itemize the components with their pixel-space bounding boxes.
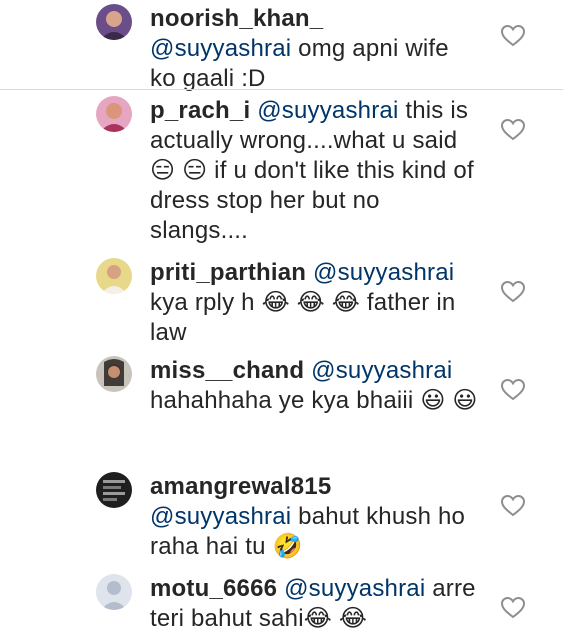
comment-username[interactable]: motu_6666 (150, 575, 277, 602)
avatar[interactable] (96, 356, 132, 392)
comment-mention[interactable]: @suyyashrai (150, 503, 291, 530)
like-heart-icon[interactable] (500, 118, 526, 142)
avatar[interactable] (96, 574, 132, 610)
like-heart-icon[interactable] (500, 596, 526, 620)
comment-mention[interactable]: @suyyashrai (257, 97, 398, 124)
comment-text: miss__chand @suyyashrai hahahhaha ye kya… (150, 356, 480, 416)
comment-text: p_rach_i @suyyashrai this is actually wr… (150, 96, 480, 246)
comment-username[interactable]: amangrewal815 (150, 473, 331, 500)
avatar[interactable] (96, 4, 132, 40)
comment-mention[interactable]: @suyyashrai (311, 357, 452, 384)
like-heart-icon[interactable] (500, 378, 526, 402)
comment-mention[interactable]: @suyyashrai (284, 575, 425, 602)
like-heart-icon[interactable] (500, 280, 526, 304)
comment-text: priti_parthian @suyyashrai kya rply h 😂 … (150, 258, 480, 348)
avatar[interactable] (96, 96, 132, 132)
comment-username[interactable]: p_rach_i (150, 97, 250, 124)
comment-body: hahahhaha ye kya bhaiii 😃 😃 (150, 387, 478, 414)
comment-username[interactable]: priti_parthian (150, 259, 306, 286)
avatar[interactable] (96, 258, 132, 294)
like-heart-icon[interactable] (500, 24, 526, 48)
comment-text: amangrewal815 @suyyashrai bahut khush ho… (150, 472, 480, 562)
comment-mention[interactable]: @suyyashrai (313, 259, 454, 286)
comment-mention[interactable]: @suyyashrai (150, 35, 291, 62)
divider (0, 89, 563, 90)
comment-username[interactable]: noorish_khan_ (150, 5, 323, 32)
like-heart-icon[interactable] (500, 494, 526, 518)
comment-body: kya rply h 😂 😂 😂 father in law (150, 289, 456, 346)
comment-username[interactable]: miss__chand (150, 357, 304, 384)
avatar[interactable] (96, 472, 132, 508)
comment-text: noorish_khan_ @suyyashrai omg apni wife … (150, 4, 480, 94)
comment-text: motu_6666 @suyyashrai arre teri bahut sa… (150, 574, 480, 634)
